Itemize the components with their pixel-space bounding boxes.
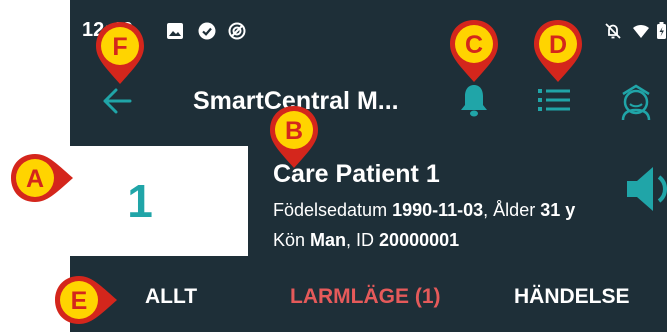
- tab-larmlage[interactable]: LARMLÄGE (1): [290, 285, 441, 309]
- image-icon: [167, 23, 183, 39]
- callout-c-label: C: [465, 31, 483, 59]
- callout-d: D: [534, 20, 582, 82]
- callout-b-label: B: [285, 117, 303, 145]
- callout-f-label: F: [112, 33, 127, 61]
- bed-number-box[interactable]: 1: [70, 146, 248, 256]
- callout-a: A: [11, 154, 73, 202]
- sex-value: Man: [310, 230, 347, 250]
- age-value: 31 y: [540, 200, 576, 220]
- bed-number: 1: [127, 175, 153, 227]
- list-icon[interactable]: [537, 86, 571, 114]
- back-arrow-icon[interactable]: [101, 86, 133, 116]
- speaker-icon[interactable]: [625, 165, 667, 213]
- callout-e: E: [55, 276, 117, 324]
- battery-icon: [657, 22, 666, 39]
- id-label: , ID: [346, 230, 380, 250]
- wifi-icon: [633, 25, 649, 38]
- nurse-avatar-icon[interactable]: [615, 80, 657, 122]
- callout-f: F: [96, 22, 144, 84]
- check-circle-icon: [198, 22, 216, 40]
- callout-c: C: [450, 20, 498, 82]
- sync-circle-icon: [228, 22, 246, 40]
- patient-sex-id-line: Kön Man, ID 20000001: [273, 230, 459, 251]
- id-value: 20000001: [379, 230, 460, 250]
- callout-d-label: D: [549, 31, 567, 59]
- bell-off-icon: [605, 23, 621, 39]
- dob-value: 1990-11-03: [392, 200, 484, 220]
- age-label: , Ålder: [483, 200, 541, 220]
- bell-icon[interactable]: [459, 82, 489, 118]
- tab-allt[interactable]: ALLT: [145, 285, 197, 309]
- dob-label: Födelsedatum: [273, 200, 393, 220]
- callout-e-label: E: [71, 287, 88, 315]
- patient-dob-age-line: Födelsedatum 1990-11-03, Ålder 31 y: [273, 200, 575, 221]
- callout-b: B: [270, 106, 318, 168]
- callout-a-label: A: [26, 165, 44, 193]
- tab-handelse[interactable]: HÄNDELSE: [514, 285, 630, 309]
- sex-label: Kön: [273, 230, 311, 250]
